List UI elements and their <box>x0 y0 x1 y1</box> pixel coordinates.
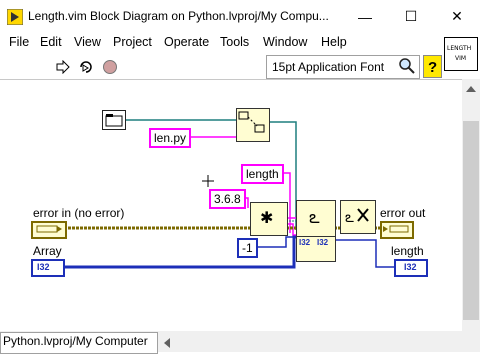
length-wire <box>334 239 394 268</box>
error-in-terminal[interactable] <box>31 221 67 239</box>
build-path-node[interactable] <box>236 108 270 142</box>
open-python-session-node[interactable]: ✱ <box>250 202 288 236</box>
window-title: Length.vim Block Diagram on Python.lvpro… <box>28 9 329 23</box>
python-node-icon: ఽ <box>309 207 320 228</box>
font-dropdown-label: 15pt Application Font <box>272 60 385 74</box>
length-terminal[interactable]: I32 <box>394 259 428 277</box>
scroll-up-icon[interactable] <box>465 84 477 94</box>
python-node-terminals: I32 I32 <box>296 236 336 262</box>
error-in-label: error in (no error) <box>33 206 125 220</box>
menu-tools[interactable]: Tools <box>220 35 249 49</box>
help-button[interactable]: ? <box>423 55 442 78</box>
numeric-wire <box>256 236 296 248</box>
vi-icon-label-1: LENGTH <box>447 45 472 52</box>
length-label: length <box>391 244 424 258</box>
menu-view[interactable]: View <box>74 35 101 49</box>
maximize-button[interactable]: ☐ <box>388 0 434 33</box>
error-out-label: error out <box>380 206 426 220</box>
path-constant[interactable]: len.py <box>149 128 192 148</box>
svg-text:?: ? <box>428 59 437 76</box>
crosshair-cursor-icon <box>202 175 214 187</box>
svg-text:ఽ: ఽ <box>345 208 354 226</box>
svg-text:✱: ✱ <box>260 208 273 227</box>
version-string-constant[interactable]: 3.6.8 <box>209 189 246 209</box>
status-context-text: Python.lvproj/My Computer <box>3 334 148 348</box>
scroll-left-icon[interactable] <box>162 337 172 349</box>
path-constant-icon[interactable] <box>102 110 126 130</box>
menu-edit[interactable]: Edit <box>40 35 62 49</box>
python-node[interactable]: ఽ <box>296 200 336 238</box>
array-label: Array <box>33 244 62 258</box>
python-open-icon: ✱ <box>260 208 273 227</box>
minimize-button[interactable]: — <box>342 0 388 33</box>
menu-bar: File Edit View Project Operate Tools Win… <box>0 33 480 53</box>
close-button[interactable]: ✕ <box>434 0 480 33</box>
run-continuously-icon[interactable] <box>78 59 94 75</box>
length-terminal-type: I32 <box>404 262 417 272</box>
cluster-icon-out <box>383 225 409 233</box>
vertical-scroll-thumb[interactable] <box>463 121 479 320</box>
svg-text:ఽ: ఽ <box>309 207 320 228</box>
labview-vi-icon <box>7 9 23 25</box>
error-out-terminal[interactable] <box>380 221 414 239</box>
title-bar: Length.vim Block Diagram on Python.lvpro… <box>0 0 480 33</box>
length-string-constant[interactable]: length <box>241 164 284 184</box>
abort-icon[interactable] <box>102 59 118 75</box>
python-close-icon: ఽ <box>345 208 369 226</box>
menu-file[interactable]: File <box>9 35 29 49</box>
build-path-icon <box>238 111 265 133</box>
menu-operate[interactable]: Operate <box>164 35 209 49</box>
close-python-session-node[interactable]: ఽ <box>340 200 376 234</box>
menu-window[interactable]: Window <box>263 35 307 49</box>
run-arrow-icon[interactable] <box>56 60 70 74</box>
cluster-icon <box>36 225 62 233</box>
numeric-constant[interactable]: -1 <box>237 238 258 258</box>
menu-project[interactable]: Project <box>113 35 152 49</box>
question-mark-icon: ? <box>428 59 437 76</box>
folder-icon <box>105 114 123 127</box>
array-wire <box>64 235 298 269</box>
menu-help[interactable]: Help <box>321 35 347 49</box>
i32-terminal-a: I32 <box>299 238 311 247</box>
array-terminal[interactable]: I32 <box>31 259 65 277</box>
search-icon[interactable] <box>398 57 416 75</box>
i32-terminal-b: I32 <box>317 238 329 247</box>
array-terminal-type: I32 <box>37 262 50 272</box>
